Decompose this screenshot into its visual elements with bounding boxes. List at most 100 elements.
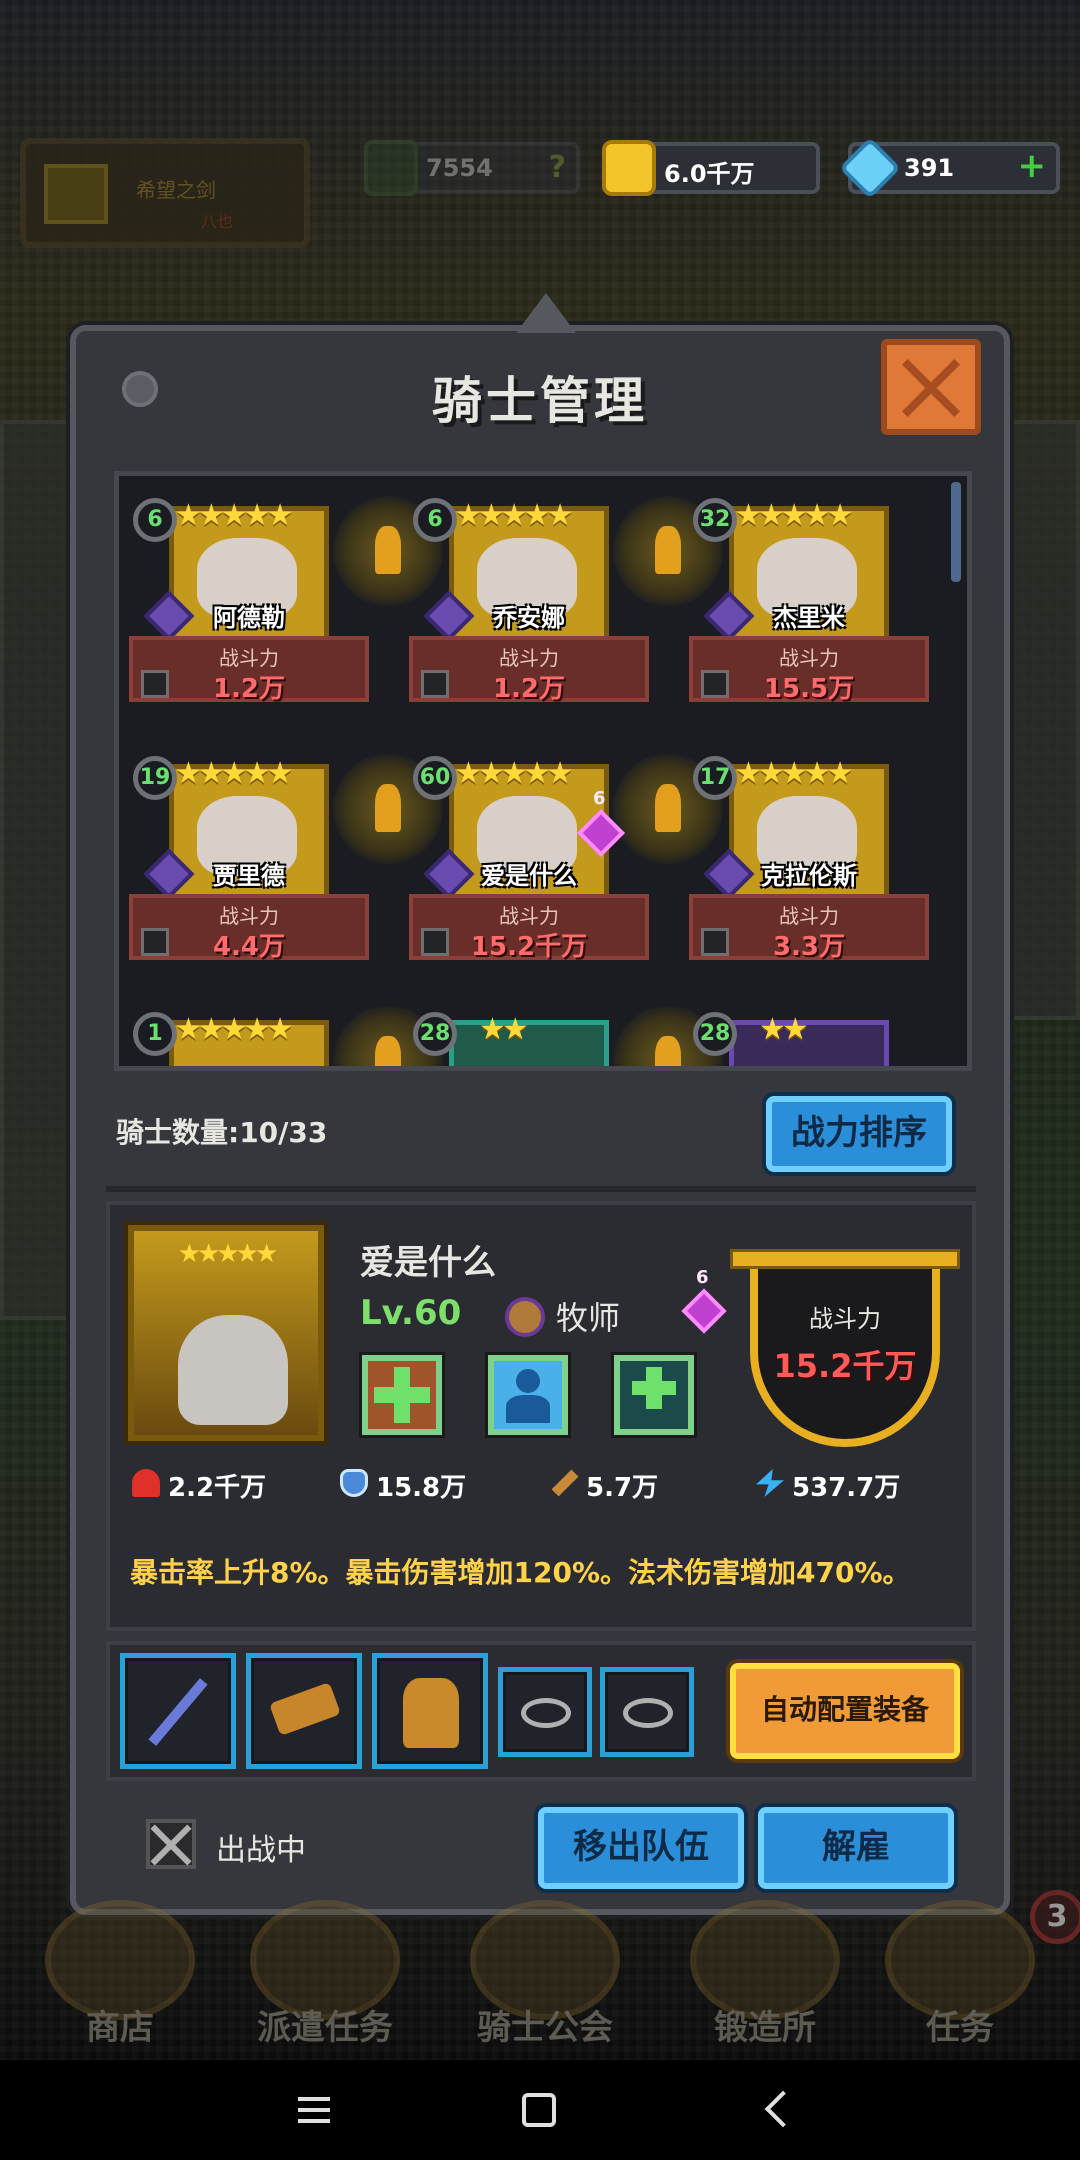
nav-forge[interactable]: 锻造所: [665, 1900, 865, 2048]
knight-level: 28: [693, 1012, 737, 1056]
menu-icon[interactable]: [298, 2090, 338, 2130]
knight-level: 28: [413, 1012, 457, 1056]
gold-counter[interactable]: 6.0千万: [602, 140, 820, 196]
equip-slot-armor[interactable]: [372, 1653, 488, 1769]
knight-card[interactable]: 6 ★★★★★ 阿德勒 战斗力 1.2万: [129, 498, 369, 708]
remove-from-team-button[interactable]: 移出队伍: [538, 1807, 744, 1889]
knight-level: Lv.60: [360, 1293, 462, 1333]
game-bottom-nav: 商店 派遣任务 骑士公会 锻造所 任务: [0, 1900, 1080, 2060]
knight-name: 爱是什么: [360, 1243, 496, 1283]
sword-icon: [551, 1469, 579, 1497]
equip-slot-ring-2[interactable]: [600, 1667, 694, 1757]
deployment-status: 出战中: [216, 1833, 306, 1868]
knight-card[interactable]: 28 ★★: [409, 1012, 649, 1066]
ring-icon: [521, 1698, 571, 1728]
power-label: 战斗力: [779, 646, 839, 670]
power-value: 15.5万: [763, 674, 855, 704]
knight-card[interactable]: 28 ★★: [689, 1012, 929, 1066]
power-label: 战斗力: [809, 1305, 881, 1333]
star-rating: ★★: [479, 1012, 529, 1047]
lightning-icon: [756, 1469, 784, 1497]
guild-name: 希望之剑: [136, 178, 216, 202]
roster-scrollbar[interactable]: [951, 482, 961, 582]
background-right-buildings: [1010, 420, 1080, 1020]
heart-icon: [132, 1469, 160, 1497]
star-rating: ★★★★★: [735, 756, 854, 791]
knight-name: 贾里德: [213, 862, 285, 890]
knight-detail-panel: ★★★★★ 爱是什么 Lv.60 牧师 6 战斗力 15.2千万 2.2千万 1…: [106, 1201, 976, 1631]
home-icon[interactable]: [522, 2093, 556, 2127]
heal-skill-icon[interactable]: [362, 1355, 442, 1435]
buff-skill-icon[interactable]: [488, 1355, 568, 1435]
knight-name: 克拉伦斯: [761, 862, 857, 890]
auto-equip-button[interactable]: 自动配置装备: [730, 1663, 960, 1759]
star-rating: ★★: [759, 1012, 809, 1047]
power-label: 战斗力: [219, 904, 279, 928]
notification-badge: 3: [1030, 1890, 1080, 1944]
power-plate: 战斗力 4.4万: [129, 894, 369, 962]
power-label: 战斗力: [779, 904, 839, 928]
knight-card[interactable]: 17 ★★★★★ 克拉伦斯 战斗力 3.3万: [689, 756, 929, 966]
power-plate: 战斗力 3.3万: [689, 894, 929, 962]
knight-card-selected[interactable]: 60 ★★★★★ 6 爱是什么 战斗力 15.2千万: [409, 756, 649, 966]
nav-shop[interactable]: 商店: [20, 1900, 220, 2048]
power-value: 4.4万: [212, 932, 286, 962]
power-value: 1.2万: [212, 674, 286, 704]
equipment-bar: 自动配置装备: [106, 1641, 976, 1781]
star-rating: ★★★★★: [455, 498, 574, 533]
gold-value: 6.0千万: [664, 160, 755, 188]
knight-level: 17: [693, 756, 737, 800]
knight-card[interactable]: 32 ★★★★★ 杰里米 战斗力 15.5万: [689, 498, 929, 708]
crossed-swords-icon: [146, 1819, 196, 1869]
book-icon: [505, 1297, 545, 1337]
ring-icon: [623, 1698, 673, 1728]
help-icon[interactable]: ?: [549, 150, 566, 185]
knight-level: 19: [133, 756, 177, 800]
gem-counter[interactable]: 391 +: [838, 136, 1060, 200]
knight-class: 牧师: [556, 1299, 621, 1337]
power-plate: 战斗力 1.2万: [409, 636, 649, 704]
knight-roster-grid[interactable]: 6 ★★★★★ 阿德勒 战斗力 1.2万 6 ★★★★★ 乔安娜 战斗力 1.2…: [114, 471, 972, 1071]
selected-knight-portrait[interactable]: ★★★★★: [128, 1225, 324, 1441]
dismiss-button[interactable]: 解雇: [758, 1807, 954, 1889]
knight-name: 爱是什么: [481, 862, 577, 890]
star-rating: ★★★★★: [175, 756, 294, 791]
add-gems-button[interactable]: +: [1018, 146, 1047, 186]
power-value: 15.2千万: [470, 932, 588, 962]
knight-count: 骑士数量:10/33: [116, 1116, 328, 1149]
gold-coin-icon: [602, 140, 656, 196]
power-value: 1.2万: [492, 674, 566, 704]
panel-title: 骑士管理: [432, 372, 648, 430]
armor-icon: [403, 1678, 459, 1748]
power-label: 战斗力: [499, 904, 559, 928]
knight-name: 阿德勒: [213, 604, 285, 632]
knight-card[interactable]: 6 ★★★★★ 乔安娜 战斗力 1.2万: [409, 498, 649, 708]
sort-by-power-button[interactable]: 战力排序: [766, 1096, 952, 1172]
equip-slot-weapon[interactable]: [120, 1653, 236, 1769]
knight-level: 6: [133, 498, 177, 542]
equip-slot-offhand[interactable]: [246, 1653, 362, 1769]
power-value: 15.2千万: [773, 1347, 917, 1385]
power-plate: 战斗力 15.5万: [689, 636, 929, 704]
star-rating: ★★★★★: [175, 498, 294, 533]
knight-name: 乔安娜: [493, 604, 565, 632]
guild-banner[interactable]: 希望之剑 八也: [20, 138, 310, 248]
knight-management-panel: 骑士管理 6 ★★★★★ 阿德勒 战斗力 1.2万 6 ★★ ★★★ 乔安娜 战斗…: [70, 293, 1010, 1915]
knight-card[interactable]: 19 ★★★★★ 贾里德 战斗力 4.4万: [129, 756, 369, 966]
equip-slot-ring-1[interactable]: [498, 1667, 592, 1757]
divider: [106, 1186, 976, 1192]
purple-gem-icon[interactable]: [681, 1288, 727, 1334]
token-counter[interactable]: 7554 ?: [364, 140, 580, 196]
close-button[interactable]: [881, 339, 981, 435]
group-heal-skill-icon[interactable]: [614, 1355, 694, 1435]
scroll-icon: [269, 1682, 341, 1736]
nav-guild[interactable]: 骑士公会: [445, 1900, 645, 2048]
back-icon[interactable]: [760, 2090, 800, 2130]
knight-description: 暴击率上升8%。暴击伤害增加120%。法术伤害增加470%。: [130, 1556, 911, 1589]
gem-value: 391: [904, 154, 955, 182]
potion-icon: [340, 1469, 368, 1497]
star-rating: ★★★★★: [455, 756, 574, 791]
star-rating: ★★★★★: [175, 1012, 294, 1047]
nav-dispatch[interactable]: 派遣任务: [225, 1900, 425, 2048]
knight-card[interactable]: 1 ★★★★★: [129, 1012, 369, 1066]
